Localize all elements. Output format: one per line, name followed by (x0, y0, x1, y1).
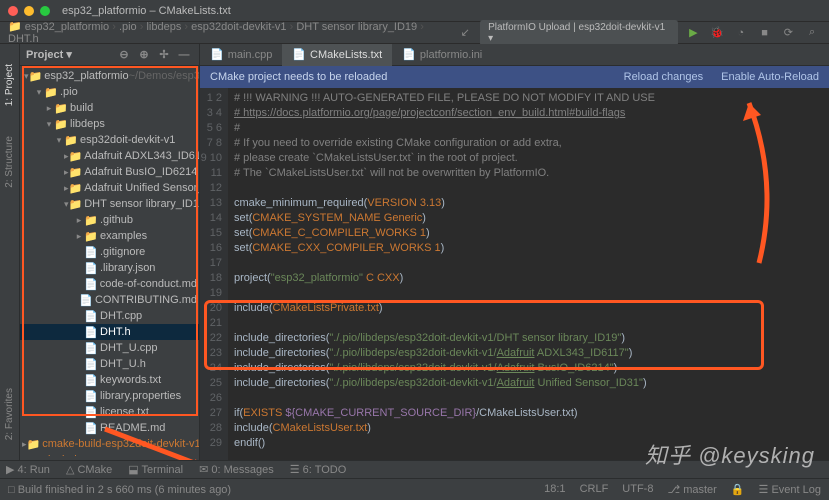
status-bar: □ Build finished in 2 s 660 ms (6 minute… (0, 478, 829, 500)
tree-item[interactable]: ▸📁Adafruit Unified Sensor_ID31 (20, 180, 199, 196)
tree-item[interactable]: 📄license.txt (20, 404, 199, 420)
editor-tab[interactable]: 📄platformio.ini (392, 44, 492, 66)
editor-tab[interactable]: 📄main.cpp (200, 44, 282, 66)
zoom-icon[interactable] (40, 6, 50, 16)
window-title: esp32_platformio – CMakeLists.txt (62, 5, 231, 17)
breadcrumb-bar: 📁 esp32_platformio › .pio › libdeps › es… (0, 22, 829, 44)
tree-item[interactable]: ▸📁Adafruit BusIO_ID6214 (20, 164, 199, 180)
breadcrumb-item[interactable]: .pio (119, 21, 137, 33)
tree-item[interactable]: ▾📁DHT sensor library_ID19 (20, 196, 199, 212)
line-numbers: 1 2 3 4 5 6 7 8 9 10 11 12 13 14 15 16 1… (200, 88, 228, 460)
tree-item[interactable]: ▸📁build (20, 100, 199, 116)
tree-item[interactable]: 📄.gitignore (20, 244, 199, 260)
tree-item[interactable]: 📄CONTRIBUTING.md (20, 292, 199, 308)
tree-item[interactable]: ▸📁.github (20, 212, 199, 228)
tree-item[interactable]: 📄DHT.cpp (20, 308, 199, 324)
tree-item[interactable]: 📄DHT.h (20, 324, 199, 340)
stop-icon[interactable]: ■ (756, 24, 774, 42)
status-item[interactable]: 🔒 (731, 483, 745, 496)
tree-item[interactable]: 📄library.properties (20, 388, 199, 404)
structure-tab[interactable]: 2: Structure (4, 136, 15, 188)
breadcrumb-item[interactable]: 📁 esp32_platformio (8, 21, 109, 33)
stop-before-icon[interactable]: ↙ (456, 24, 474, 42)
search-icon[interactable]: ⌕ (803, 24, 821, 42)
project-tree[interactable]: ▾📁esp32_platformio ~/Demos/esp32_platfor… (20, 66, 199, 456)
favorites-tab[interactable]: 2: Favorites (4, 388, 15, 440)
editor-tabs: 📄main.cpp📄CMakeLists.txt📄platformio.ini (200, 44, 829, 66)
tool-tab[interactable]: ☰ 6: TODO (290, 463, 347, 476)
status-item[interactable]: ☰ Event Log (759, 483, 821, 496)
tree-item[interactable]: ▸📁examples (20, 228, 199, 244)
tree-item[interactable]: ▾📁esp32doit-devkit-v1 (20, 132, 199, 148)
status-left: □ Build finished in 2 s 660 ms (6 minute… (8, 484, 231, 496)
editor-tab[interactable]: 📄CMakeLists.txt (282, 44, 392, 66)
breadcrumb-item[interactable]: DHT sensor library_ID19 (296, 21, 417, 33)
close-icon[interactable] (8, 6, 18, 16)
minimize-icon[interactable] (24, 6, 34, 16)
run-config-combo[interactable]: PlatformIO Upload | esp32doit-devkit-v1 … (480, 20, 678, 46)
tree-item[interactable]: ▾📁esp32_platformio ~/Demos/esp32_platfor… (20, 68, 199, 84)
status-item[interactable]: CRLF (580, 483, 609, 496)
tree-item[interactable]: 📄code-of-conduct.md (20, 276, 199, 292)
tree-item[interactable]: ▸📁cmake-build-esp32doit-devkit-v1 (20, 436, 199, 452)
editor-pane: 📄main.cpp📄CMakeLists.txt📄platformio.ini … (200, 44, 829, 460)
status-item[interactable]: 18:1 (544, 483, 565, 496)
locate-icon[interactable]: ⊕ (135, 46, 153, 64)
profile-icon[interactable]: ◔ (732, 24, 750, 42)
hide-icon[interactable]: — (175, 46, 193, 64)
banner-message: CMake project needs to be reloaded (210, 71, 387, 83)
tool-tab[interactable]: △ CMake (66, 463, 112, 476)
run-icon[interactable]: ▶ (684, 24, 702, 42)
code-content[interactable]: # !!! WARNING !!! AUTO-GENERATED FILE, P… (228, 88, 829, 460)
tool-tab[interactable]: ⬓ Terminal (128, 463, 183, 476)
settings-icon[interactable]: ✢ (155, 46, 173, 64)
enable-autoreload-link[interactable]: Enable Auto-Reload (721, 71, 819, 83)
traffic-lights (8, 6, 50, 16)
breadcrumb-item[interactable]: esp32doit-devkit-v1 (191, 21, 286, 33)
tree-item[interactable]: ▾📁libdeps (20, 116, 199, 132)
tool-tab[interactable]: ✉ 0: Messages (199, 463, 274, 476)
tool-tab[interactable]: ▶ 4: Run (6, 463, 50, 476)
tree-item[interactable]: ▸📁include (20, 452, 199, 456)
tree-item[interactable]: 📄README.md (20, 420, 199, 436)
status-item[interactable]: UTF-8 (622, 483, 653, 496)
collapse-icon[interactable]: ⊖ (115, 46, 133, 64)
tree-item[interactable]: 📄.library.json (20, 260, 199, 276)
breadcrumb-item[interactable]: libdeps (146, 21, 181, 33)
cmake-banner: CMake project needs to be reloaded Reloa… (200, 66, 829, 88)
code-area[interactable]: 1 2 3 4 5 6 7 8 9 10 11 12 13 14 15 16 1… (200, 88, 829, 460)
update-icon[interactable]: ⟳ (779, 24, 797, 42)
tree-item[interactable]: ▸📁Adafruit ADXL343_ID6117 (20, 148, 199, 164)
left-tool-tabs: 1: Project 2: Structure 2: Favorites (0, 44, 20, 460)
watermark: 知乎 @keysking (645, 438, 815, 470)
tree-item[interactable]: 📄keywords.txt (20, 372, 199, 388)
sidebar-header: Project ▾ ⊖ ⊕ ✢ — (20, 44, 199, 66)
sidebar-title[interactable]: Project ▾ (26, 48, 72, 61)
tree-item[interactable]: ▾📁.pio (20, 84, 199, 100)
tree-item[interactable]: 📄DHT_U.cpp (20, 340, 199, 356)
tree-item[interactable]: 📄DHT_U.h (20, 356, 199, 372)
project-sidebar: Project ▾ ⊖ ⊕ ✢ — ▾📁esp32_platformio ~/D… (20, 44, 200, 460)
status-item[interactable]: ⎇ master (667, 483, 716, 496)
reload-changes-link[interactable]: Reload changes (624, 71, 704, 83)
project-tab[interactable]: 1: Project (4, 64, 15, 106)
debug-icon[interactable]: 🐞 (708, 24, 726, 42)
